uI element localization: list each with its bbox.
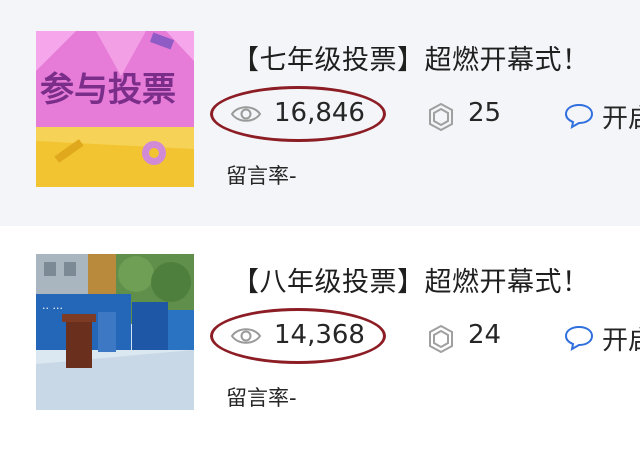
comment-icon[interactable] (564, 325, 594, 355)
article-stats: 14,368 24 开启 (210, 308, 640, 368)
eye-icon (230, 325, 262, 351)
like-icon[interactable] (426, 324, 456, 358)
like-count: 25 (468, 98, 502, 128)
comment-rate-value: - (289, 164, 297, 188)
article-item[interactable]: 参与投票 【七年级投票】超燃开幕式！ 16,846 25 开启 留言率- (0, 0, 640, 218)
eye-icon (230, 103, 262, 129)
article-thumbnail[interactable]: 参与投票 (36, 31, 194, 187)
banner-text: ·· ··· (42, 302, 63, 315)
article-title[interactable]: 【七年级投票】超燃开幕式！ (232, 38, 590, 77)
article-title[interactable]: 【八年级投票】超燃开幕式！ (232, 260, 590, 299)
comment-status[interactable]: 开启 (602, 98, 640, 135)
comment-status[interactable]: 开启 (602, 320, 640, 357)
comment-icon[interactable] (564, 103, 594, 133)
comment-rate-label: 留言率 (226, 386, 289, 410)
comment-rate-value: - (289, 386, 297, 410)
article-thumbnail[interactable]: ·· ··· (36, 254, 194, 410)
view-count: 16,846 (274, 98, 365, 128)
like-count: 24 (468, 320, 502, 350)
view-count: 14,368 (274, 320, 365, 350)
like-icon[interactable] (426, 102, 456, 136)
thumbnail-text: 参与投票 (40, 70, 176, 110)
article-stats: 16,846 25 开启 (210, 86, 640, 146)
comment-rate: 留言率- (226, 382, 297, 412)
comment-rate: 留言率- (226, 160, 297, 190)
article-item[interactable]: ·· ··· 【八年级投票】超燃开幕式！ 14,368 24 开 留言率- (0, 226, 640, 460)
comment-rate-label: 留言率 (226, 164, 289, 188)
